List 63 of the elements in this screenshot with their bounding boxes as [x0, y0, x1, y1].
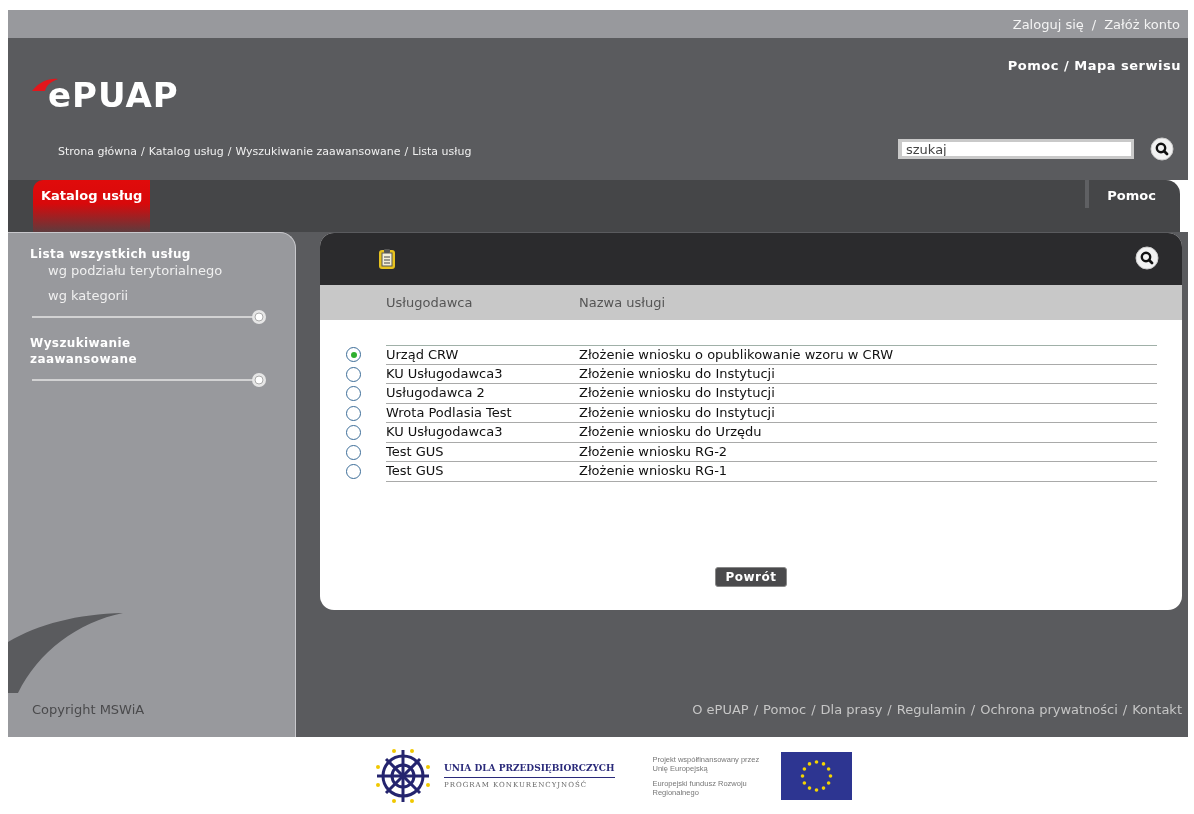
table-cell: Złożenie wniosku do Instytucji: [579, 384, 1157, 404]
footer-link[interactable]: Pomoc: [763, 702, 807, 717]
table-cell: Test GUS: [386, 442, 579, 462]
eu-flag-icon: [780, 751, 852, 800]
link-separator: /: [887, 702, 892, 717]
table-cell: Złożenie wniosku do Urzędu: [579, 423, 1157, 443]
link-separator: /: [753, 702, 759, 717]
copyright-text: Copyright MSWiA: [32, 702, 145, 717]
top-link[interactable]: Zaloguj się: [1012, 16, 1084, 32]
radio-button[interactable]: [346, 464, 361, 480]
link-separator: /: [1122, 702, 1128, 717]
radio-button[interactable]: [346, 405, 361, 421]
table-cell: Test GUS: [386, 462, 579, 482]
breadcrumb-link[interactable]: Katalog usług: [148, 145, 224, 158]
footer-link[interactable]: O ePUAP: [692, 702, 749, 717]
breadcrumb-separator: /: [141, 145, 145, 158]
footer-link[interactable]: Regulamin: [896, 702, 966, 717]
back-button[interactable]: Powrót: [715, 567, 787, 587]
link-separator: /: [1064, 58, 1070, 73]
nav-tab[interactable]: Katalog usług: [33, 180, 151, 232]
table-cell: Usługodawca 2: [386, 384, 579, 404]
link-separator: /: [1091, 16, 1097, 32]
radio-button[interactable]: [346, 386, 361, 402]
search-button[interactable]: [1135, 245, 1159, 273]
sidebar-link[interactable]: wg podziału terytorialnego: [48, 263, 295, 279]
header-link[interactable]: Mapa serwisu: [1074, 58, 1181, 73]
breadcrumb-separator: /: [404, 145, 409, 158]
breadcrumb-separator: /: [227, 145, 232, 158]
radio-button[interactable]: [346, 366, 361, 382]
footer-link[interactable]: Ochrona prywatności: [980, 702, 1118, 717]
sidebar-heading[interactable]: Wyszukiwanie zaawansowane: [30, 335, 220, 367]
footer-link[interactable]: Kontakt: [1132, 702, 1182, 717]
column-header: Usługodawca: [386, 295, 474, 310]
sidebar-link[interactable]: wg kategorii: [48, 288, 295, 304]
search-field[interactable]: szukaj: [898, 139, 1134, 159]
table-cell: KU Usługodawca3: [386, 364, 579, 384]
table-cell: Złożenie wniosku RG-2: [579, 442, 1157, 462]
site-logo: ePUAP: [48, 78, 179, 112]
radio-button[interactable]: [346, 425, 361, 441]
table-cell: Złożenie wniosku do Instytucji: [579, 403, 1157, 423]
table-cell: Złożenie wniosku do Instytucji: [579, 364, 1157, 384]
radio-button[interactable]: [346, 347, 361, 363]
top-link[interactable]: Załóż konto: [1104, 16, 1180, 32]
table-cell: Urząd CRW: [386, 345, 579, 365]
table-cell: Złożenie wniosku RG-1: [579, 462, 1157, 482]
nav-tab[interactable]: Pomoc: [1085, 180, 1156, 208]
table-cell: Złożenie wniosku o opublikowanie wzoru w CRW: [579, 345, 1157, 365]
sidebar-heading[interactable]: Lista wszystkich usług: [30, 246, 220, 262]
column-header: Nazwa usługi: [579, 295, 667, 310]
table-cell: KU Usługodawca3: [386, 423, 579, 443]
radio-button[interactable]: [346, 444, 361, 460]
clipboard-icon[interactable]: [378, 248, 396, 270]
link-separator: /: [970, 702, 976, 717]
footer-link[interactable]: Dla prasy: [820, 702, 883, 717]
table-cell: Wrota Podlasia Test: [386, 403, 579, 423]
breadcrumb-link[interactable]: Lista usług: [412, 145, 472, 158]
search-button[interactable]: [1150, 137, 1174, 161]
breadcrumb-link[interactable]: Wyszukiwanie zaawansowane: [235, 145, 401, 158]
program-title: UNIA DLA PRZEDSIĘBIORCZYCH: [444, 761, 615, 778]
compass-emblem-icon: [374, 746, 432, 805]
header-link[interactable]: Pomoc: [1007, 58, 1059, 73]
link-separator: /: [811, 702, 816, 717]
breadcrumb-link[interactable]: Strona główna: [58, 145, 138, 158]
